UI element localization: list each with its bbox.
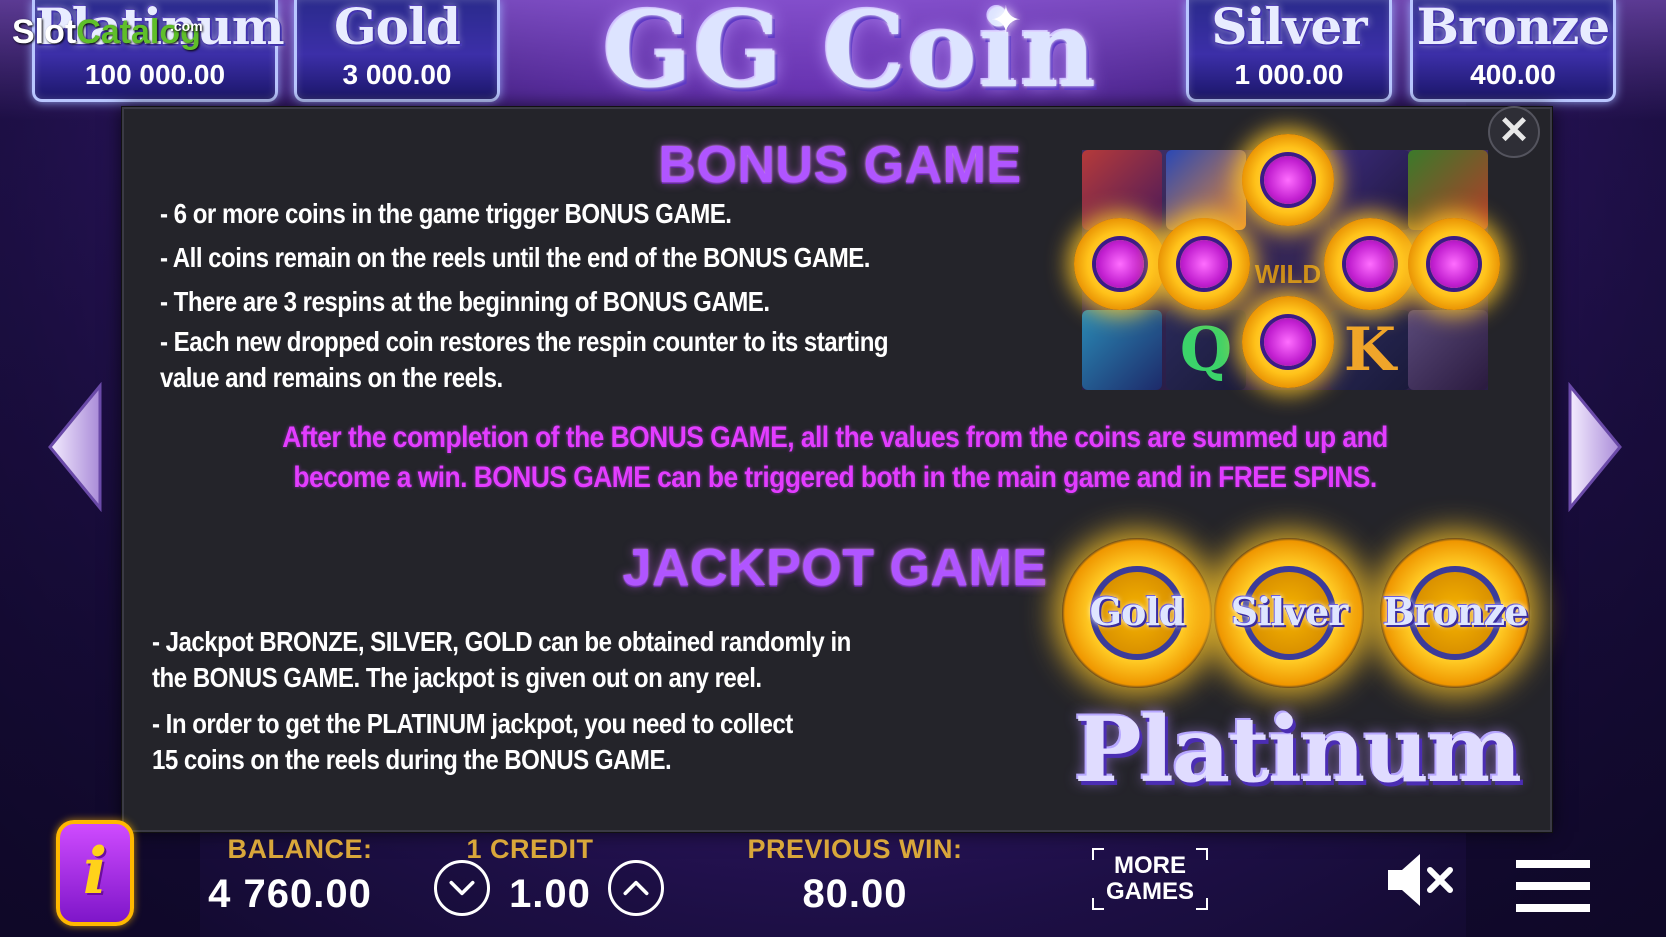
platinum-jackpot-logo: Platinum — [1073, 697, 1522, 803]
more-games-line1: MORE — [1114, 852, 1186, 879]
credit-label: 1 CREDIT — [466, 834, 594, 864]
bonus-coin — [1324, 218, 1416, 310]
close-icon[interactable]: ✕ — [1488, 106, 1540, 158]
bonus-coin — [1408, 218, 1500, 310]
previous-win-value: 80.00 — [802, 872, 908, 916]
bonus-coin — [1158, 218, 1250, 310]
coin-gold-label: Gold — [1089, 589, 1186, 634]
symbol-letter-k: K — [1330, 310, 1410, 390]
bonus-coin — [1242, 296, 1334, 388]
symbol-letter-q: Q — [1166, 310, 1246, 390]
more-games-button[interactable]: MORE GAMES — [1092, 848, 1208, 910]
coin-bronze-label: Bronze — [1382, 589, 1529, 634]
more-games-line2: GAMES — [1105, 878, 1194, 905]
jackpot-coin-gold: Gold — [1062, 538, 1212, 688]
symbol-raven — [1408, 310, 1488, 390]
mute-icon[interactable] — [1384, 848, 1456, 912]
corner-tl — [1092, 848, 1104, 860]
jackpot-bronze-value: 400.00 — [1470, 59, 1556, 90]
watermark-slot: Slot — [12, 13, 77, 51]
bonus-game-title: BONUS GAME — [658, 136, 1022, 194]
balance-label: BALANCE: — [227, 834, 373, 864]
menu-icon[interactable] — [1516, 860, 1590, 912]
bonus-game-summary: After the completion of the BONUS GAME, … — [282, 421, 1388, 494]
logo-star-icon: ✦ — [990, 0, 1022, 42]
bonus-game-rules: - 6 or more coins in the game trigger BO… — [160, 196, 1100, 396]
jackpot-coin-silver: Silver — [1214, 538, 1364, 688]
jackpot-silver-value: 1 000.00 — [1234, 59, 1344, 90]
previous-win-label: PREVIOUS WIN: — [747, 834, 963, 864]
jackpot-gold-label: Gold — [333, 0, 461, 56]
game-logo: GG Coin — [602, 0, 1099, 111]
bonus-rule-4: - Each new dropped coin restores the res… — [160, 326, 889, 393]
info-button[interactable]: i — [56, 820, 134, 926]
symbol-blue-creature — [1082, 310, 1162, 390]
menu-line — [1516, 882, 1590, 890]
credit-value: 1.00 — [509, 872, 591, 916]
bonus-rule-2: - All coins remain on the reels until th… — [160, 242, 870, 273]
arrow-right-icon[interactable] — [1566, 382, 1626, 512]
chevron-up-icon[interactable] — [608, 860, 664, 916]
corner-br — [1196, 898, 1208, 910]
jackpot-coin-bronze: Bronze — [1380, 538, 1530, 688]
balance-value: 4 760.00 — [208, 872, 372, 916]
jackpot-rule-2: - In order to get the PLATINUM jackpot, … — [152, 708, 793, 775]
arrow-left-icon[interactable] — [44, 382, 104, 512]
corner-tr — [1196, 848, 1208, 860]
letter-q-text: Q — [1179, 315, 1233, 385]
menu-line — [1516, 904, 1590, 912]
coin-silver-label: Silver — [1230, 589, 1349, 634]
bonus-coin — [1074, 218, 1166, 310]
slotcatalog-watermark: SlotCatalog .com — [12, 13, 203, 51]
letter-k-text: K — [1343, 315, 1397, 385]
bonus-coin — [1242, 134, 1334, 226]
info-icon: i — [82, 834, 108, 909]
jackpot-gold-value: 3 000.00 — [342, 59, 452, 90]
menu-line — [1516, 860, 1590, 868]
bonus-rule-1: - 6 or more coins in the game trigger BO… — [160, 198, 732, 229]
watermark-com: .com — [170, 18, 203, 34]
jackpot-game-title: JACKPOT GAME — [622, 539, 1048, 597]
jackpot-game-rules: - Jackpot BRONZE, SILVER, GOLD can be ob… — [152, 624, 1052, 778]
bonus-rule-3: - There are 3 respins at the beginning o… — [160, 286, 770, 317]
jackpot-platinum-value: 100 000.00 — [84, 59, 226, 90]
jackpot-silver-box: Silver 1 000.00 — [1186, 0, 1392, 102]
chevron-down-icon[interactable] — [434, 860, 490, 916]
jackpot-gold-box: Gold 3 000.00 — [294, 0, 500, 102]
jackpot-silver-label: Silver — [1211, 0, 1367, 56]
wild-text: WILD — [1254, 259, 1322, 289]
jackpot-bronze-box: Bronze 400.00 — [1410, 0, 1616, 102]
jackpot-rule-1: - Jackpot BRONZE, SILVER, GOLD can be ob… — [152, 626, 851, 693]
bonus-reel-illustration: Q K WILD — [1074, 134, 1500, 390]
corner-bl — [1092, 898, 1104, 910]
jackpot-bronze-label: Bronze — [1416, 0, 1611, 56]
